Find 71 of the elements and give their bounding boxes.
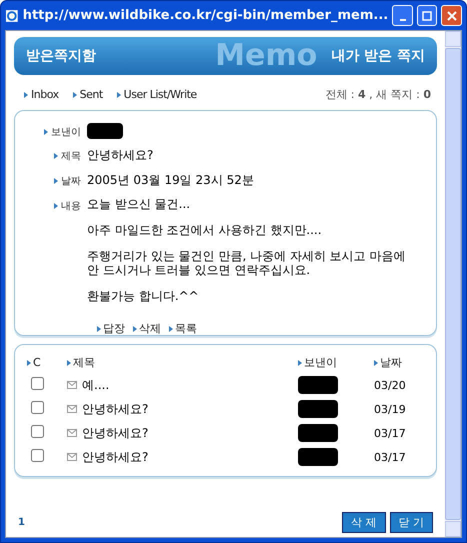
triangle-icon [24, 92, 28, 98]
message-date: 03/17 [374, 426, 407, 440]
message-date: 03/20 [374, 378, 407, 392]
banner-subtitle: 내가 받은 쪽지 [331, 47, 425, 65]
action-link[interactable]: 답장 [97, 321, 125, 336]
message-paragraph: 아주 마일드한 조건에서 사용하긴 했지만.... [87, 223, 323, 237]
row-checkbox[interactable] [31, 377, 44, 390]
row-checkbox[interactable] [31, 449, 44, 462]
column-header: 제목 [67, 355, 298, 370]
redaction-mark [298, 424, 338, 442]
nav-link[interactable]: Inbox [24, 88, 59, 101]
redaction-mark [298, 400, 338, 418]
message-subject[interactable]: 안녕하세요? [82, 424, 148, 442]
message-count: 전체 : 4 , 새 쪽지 : 0 [325, 87, 431, 102]
close-button[interactable] [441, 5, 462, 26]
banner-title: 받은쪽지함 [26, 47, 96, 65]
window-title: http://www.wildbike.co.kr/cgi-bin/member_mem... [22, 8, 388, 23]
scrollbar[interactable] [445, 31, 461, 537]
envelope-icon [67, 429, 77, 437]
envelope-icon [67, 453, 77, 461]
column-header: 보낸이 [298, 355, 374, 370]
message-paragraph: 주행거리가 있는 물건인 만큼, 나중에 자세히 보시고 마음에 안 드시거나 트러블 있으면 연락주십시요. [87, 249, 407, 277]
action-link[interactable]: 삭제 [133, 321, 161, 336]
triangle-icon [374, 360, 378, 366]
page-number[interactable]: 1 [18, 517, 25, 528]
minimize-icon [400, 18, 406, 20]
triangle-icon [54, 203, 58, 209]
triangle-icon [97, 326, 101, 332]
column-header: C [27, 356, 67, 369]
maximize-icon [422, 10, 432, 20]
redaction-mark [87, 123, 123, 139]
message-subject[interactable]: 안녕하세요? [82, 400, 148, 418]
triangle-icon [54, 153, 58, 159]
triangle-icon [44, 129, 48, 135]
triangle-icon [133, 326, 137, 332]
nav-link[interactable]: User List/Write [116, 88, 197, 101]
maximize-button[interactable] [416, 5, 438, 26]
row-checkbox[interactable] [31, 425, 44, 438]
redaction-mark [298, 448, 338, 466]
field-value: 안녕하세요? [87, 147, 154, 164]
message-paragraph: 오늘 받으신 물건... [87, 197, 192, 211]
field-label: 제목 [29, 147, 81, 163]
triangle-icon [116, 92, 121, 98]
triangle-icon [27, 360, 31, 366]
field-label: 보낸이 [29, 123, 81, 139]
action-link[interactable]: 목록 [169, 321, 197, 336]
close-icon [446, 10, 457, 20]
triangle-icon [54, 178, 58, 184]
row-checkbox[interactable] [31, 401, 44, 414]
nav-link[interactable]: Sent [72, 88, 103, 101]
triangle-icon [72, 92, 77, 98]
action-button[interactable]: 닫 기 [390, 512, 433, 533]
triangle-icon [298, 360, 302, 366]
banner-background-text: Memo [215, 37, 318, 75]
redaction-mark [298, 376, 338, 394]
action-button[interactable]: 삭 제 [342, 512, 386, 533]
column-header: 날짜 [374, 355, 424, 370]
triangle-icon [169, 326, 173, 332]
browser-icon [5, 8, 19, 22]
triangle-icon [67, 360, 71, 366]
field-label: 날짜 [29, 172, 81, 188]
message-date: 03/19 [374, 402, 407, 416]
field-label: 내용 [29, 197, 81, 213]
envelope-icon [67, 381, 77, 389]
message-date: 03/17 [374, 450, 407, 464]
field-value: 2005년 03월 19일 23시 52분 [87, 172, 254, 189]
minimize-button[interactable] [392, 5, 413, 26]
message-paragraph: 환불가능 합니다.^^ [87, 289, 200, 303]
envelope-icon [67, 405, 77, 413]
message-subject[interactable]: 예.... [82, 376, 110, 394]
message-subject[interactable]: 안녕하세요? [82, 448, 148, 466]
